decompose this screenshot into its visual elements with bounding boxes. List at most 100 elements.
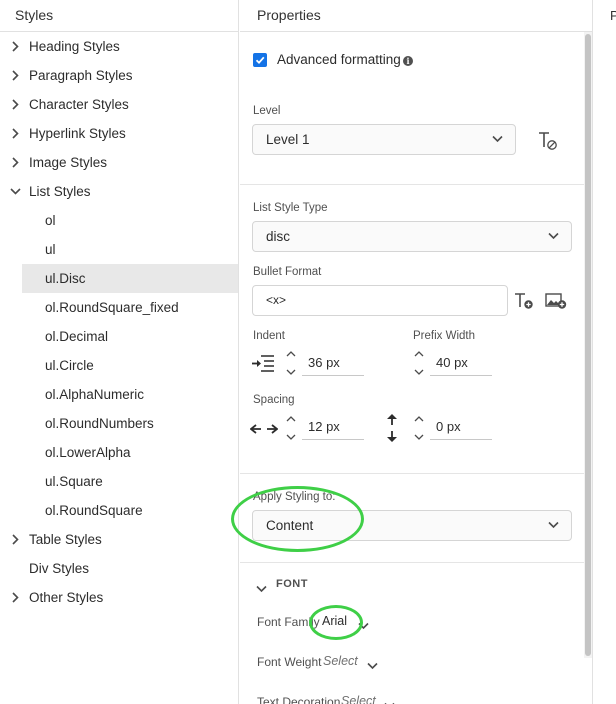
tree-item-character-styles[interactable]: Character Styles — [0, 90, 238, 119]
chevron-right-icon[interactable] — [9, 119, 21, 148]
tree-item-label: Hyperlink Styles — [29, 126, 126, 141]
font-weight-label: Font Weight — [257, 655, 322, 669]
chevron-down-icon[interactable] — [256, 580, 267, 593]
tree-item-ol-roundnumbers[interactable]: ol.RoundNumbers — [0, 409, 238, 438]
chevron-right-icon[interactable] — [9, 90, 21, 119]
tree-item-ol[interactable]: ol — [0, 206, 238, 235]
tree-item-label: Other Styles — [29, 590, 104, 605]
chevron-down-icon — [548, 521, 559, 529]
list-style-type-label: List Style Type — [253, 202, 328, 214]
horizontal-spacing-icon — [249, 422, 279, 436]
tree-item-label: ol — [45, 213, 56, 228]
tree-item-label: ol.RoundNumbers — [45, 416, 154, 431]
tree-item-ul[interactable]: ul — [0, 235, 238, 264]
tree-item-label: ol.AlphaNumeric — [45, 387, 145, 402]
chevron-right-icon[interactable] — [9, 583, 21, 612]
tree-item-ol-alphanumeric[interactable]: ol.AlphaNumeric — [0, 380, 238, 409]
indent-label: Indent — [253, 330, 285, 342]
font-weight-value[interactable]: Select — [323, 654, 358, 668]
tree-item-hyperlink-styles[interactable]: Hyperlink Styles — [0, 119, 238, 148]
clear-text-style-icon[interactable] — [538, 131, 558, 151]
indent-input[interactable]: 36 px — [302, 352, 364, 376]
adjacent-panel-edge: P — [592, 0, 616, 704]
tree-item-table-styles[interactable]: Table Styles — [0, 525, 238, 554]
chevron-right-icon[interactable] — [9, 32, 21, 61]
adjacent-panel-title: P — [610, 8, 616, 23]
horizontal-spacing-input[interactable]: 12 px — [302, 416, 364, 440]
chevron-down-icon[interactable] — [358, 617, 369, 630]
apply-styling-label: Apply Styling to: — [253, 491, 336, 503]
tree-item-ol-roundsquare[interactable]: ol.RoundSquare — [0, 496, 238, 525]
tree-item-label: ul.Square — [45, 474, 103, 489]
chevron-down-icon[interactable] — [384, 697, 395, 704]
list-style-type-dropdown[interactable]: disc — [252, 221, 572, 252]
indent-icon — [251, 354, 275, 374]
prefix-width-label: Prefix Width — [413, 330, 475, 342]
tree-item-ul-circle[interactable]: ul.Circle — [0, 351, 238, 380]
bullet-format-field[interactable]: <x> — [252, 285, 508, 316]
tree-item-ol-roundsquare-fixed[interactable]: ol.RoundSquare_fixed — [0, 293, 238, 322]
tree-item-ul-square[interactable]: ul.Square — [0, 467, 238, 496]
vertical-spacing-stepper[interactable] — [413, 415, 425, 441]
styles-panel-title: Styles — [0, 0, 238, 32]
text-decoration-value[interactable]: Select — [341, 694, 376, 704]
tree-item-label: Paragraph Styles — [29, 68, 133, 83]
chevron-down-icon[interactable] — [367, 657, 378, 670]
vertical-spacing-value: 0 px — [436, 419, 461, 434]
tree-item-heading-styles[interactable]: Heading Styles — [0, 32, 238, 61]
chevron-right-icon[interactable] — [9, 61, 21, 90]
vertical-spacing-icon — [384, 413, 400, 443]
advanced-formatting-checkbox[interactable] — [253, 53, 267, 67]
tree-item-ul-disc[interactable]: ul.Disc — [22, 264, 238, 293]
bullet-format-label: Bullet Format — [253, 266, 322, 278]
info-icon[interactable]: i — [403, 56, 413, 66]
properties-scrollbar[interactable] — [584, 32, 592, 658]
prefix-width-input[interactable]: 40 px — [430, 352, 492, 376]
tree-item-label: ol.LowerAlpha — [45, 445, 131, 460]
apply-styling-value: Content — [266, 518, 314, 533]
level-label: Level — [253, 105, 281, 117]
tree-item-ol-decimal[interactable]: ol.Decimal — [0, 322, 238, 351]
section-divider — [240, 562, 584, 563]
chevron-right-icon[interactable] — [9, 148, 21, 177]
tree-item-other-styles[interactable]: Other Styles — [0, 583, 238, 612]
vertical-spacing-input[interactable]: 0 px — [430, 416, 492, 440]
advanced-formatting-label: Advanced formatting — [277, 52, 401, 67]
tree-item-label: List Styles — [29, 184, 91, 199]
list-style-type-value: disc — [266, 229, 291, 244]
chevron-down-icon — [492, 135, 503, 143]
insert-image-icon[interactable] — [545, 292, 567, 310]
tree-item-list-styles[interactable]: List Styles — [0, 177, 238, 206]
insert-text-icon[interactable] — [514, 292, 534, 310]
level-dropdown[interactable]: Level 1 — [252, 124, 516, 155]
tree-item-label: ul.Circle — [45, 358, 94, 373]
tree-item-label: Image Styles — [29, 155, 108, 170]
font-section-title[interactable]: FONT — [276, 578, 308, 590]
prefix-width-value: 40 px — [436, 355, 468, 370]
chevron-right-icon[interactable] — [9, 525, 21, 554]
scrollbar-thumb[interactable] — [585, 34, 591, 656]
spacing-label: Spacing — [253, 394, 295, 406]
tree-item-label: ul.Disc — [45, 271, 86, 286]
chevron-down-icon[interactable] — [9, 177, 21, 206]
tree-item-label: Character Styles — [29, 97, 129, 112]
tree-item-paragraph-styles[interactable]: Paragraph Styles — [0, 61, 238, 90]
tree-item-label: ol.RoundSquare_fixed — [45, 300, 179, 315]
font-family-value[interactable]: Arial — [322, 614, 347, 628]
apply-styling-dropdown[interactable]: Content — [252, 510, 572, 541]
indent-value: 36 px — [308, 355, 340, 370]
horizontal-spacing-value: 12 px — [308, 419, 340, 434]
tree-item-image-styles[interactable]: Image Styles — [0, 148, 238, 177]
tree-item-label: Div Styles — [29, 561, 90, 576]
tree-item-label: Table Styles — [29, 532, 102, 547]
section-divider — [240, 473, 584, 474]
section-divider — [240, 184, 584, 185]
horizontal-spacing-stepper[interactable] — [285, 415, 297, 441]
tree-item-div-styles[interactable]: Div Styles — [0, 554, 238, 583]
prefix-width-stepper[interactable] — [413, 350, 425, 376]
bullet-format-value: <x> — [266, 293, 287, 307]
tree-item-ol-loweralpha[interactable]: ol.LowerAlpha — [0, 438, 238, 467]
level-value: Level 1 — [266, 132, 310, 147]
font-family-label: Font Family — [257, 615, 320, 629]
indent-stepper[interactable] — [285, 350, 297, 376]
